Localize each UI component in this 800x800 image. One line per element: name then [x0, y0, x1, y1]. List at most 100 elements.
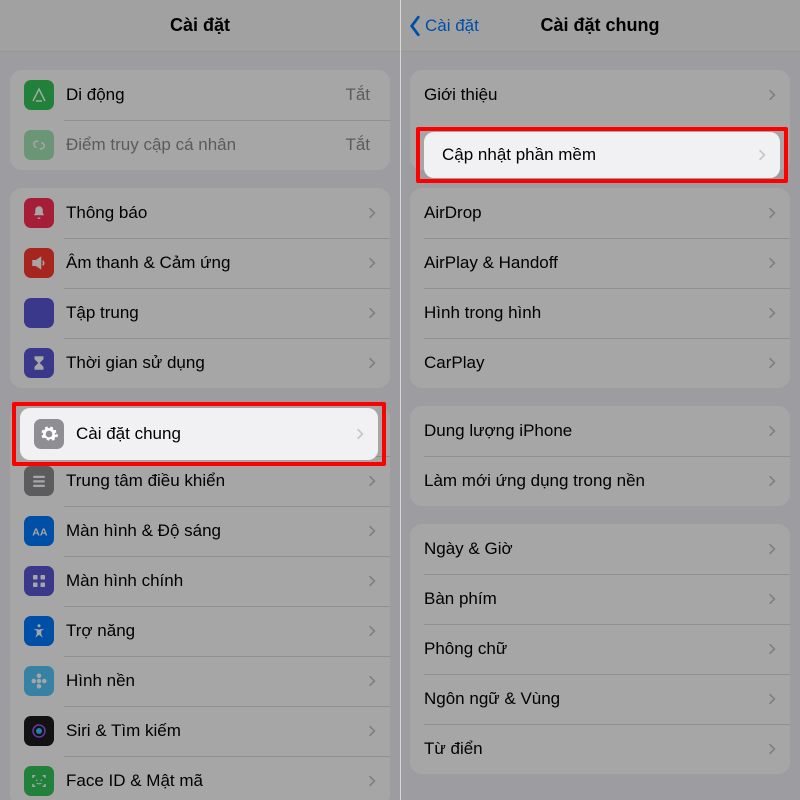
chevron-right-icon	[768, 474, 776, 488]
header-right: Cài đặt Cài đặt chung	[400, 0, 800, 52]
chevron-right-icon	[368, 674, 376, 688]
row-background-refresh[interactable]: Làm mới ứng dụng trong nền	[410, 456, 790, 506]
row-hotspot[interactable]: Điểm truy cập cá nhân Tắt	[10, 120, 390, 170]
accessibility-icon	[24, 616, 54, 646]
chevron-right-icon	[368, 474, 376, 488]
row-about[interactable]: Giới thiệu	[410, 70, 790, 120]
row-label: Di động	[66, 85, 345, 105]
chevron-right-icon	[368, 724, 376, 738]
row-label: Âm thanh & Cảm ứng	[66, 253, 368, 273]
row-label: Thông báo	[66, 203, 368, 223]
settings-pane-left: Cài đặt Di động Tắt Điểm truy cập cá nhâ…	[0, 0, 400, 800]
row-label: Hình trong hình	[424, 303, 768, 323]
row-home-screen[interactable]: Màn hình chính	[10, 556, 390, 606]
row-focus[interactable]: Tập trung	[10, 288, 390, 338]
row-label: Bàn phím	[424, 589, 768, 609]
row-label: Điểm truy cập cá nhân	[66, 135, 345, 155]
row-control-center[interactable]: Trung tâm điều khiển	[10, 456, 390, 506]
group-airplay: AirDrop AirPlay & Handoff Hình trong hìn…	[410, 188, 790, 388]
row-label: Siri & Tìm kiếm	[66, 721, 368, 741]
row-storage[interactable]: Dung lượng iPhone	[410, 406, 790, 456]
antenna-icon	[24, 80, 54, 110]
group-notifications: Thông báo Âm thanh & Cảm ứng Tập trung T…	[10, 188, 390, 388]
row-airplay[interactable]: AirPlay & Handoff	[410, 238, 790, 288]
row-datetime[interactable]: Ngày & Giờ	[410, 524, 790, 574]
row-notifications[interactable]: Thông báo	[10, 188, 390, 238]
row-value: Tắt	[345, 85, 370, 105]
row-label: Màn hình chính	[66, 571, 368, 591]
row-label: Tập trung	[66, 303, 368, 323]
chevron-right-icon	[768, 424, 776, 438]
grid-icon	[24, 566, 54, 596]
row-wallpaper[interactable]: Hình nền	[10, 656, 390, 706]
faceid-icon	[24, 766, 54, 796]
row-label: Ngày & Giờ	[424, 539, 768, 559]
back-label: Cài đặt	[425, 16, 479, 36]
flower-icon	[24, 666, 54, 696]
row-language[interactable]: Ngôn ngữ & Vùng	[410, 674, 790, 724]
row-label: Màn hình & Độ sáng	[66, 521, 368, 541]
siri-icon	[24, 716, 54, 746]
row-label: Dung lượng iPhone	[424, 421, 768, 441]
row-label: Ngôn ngữ & Vùng	[424, 689, 768, 709]
hourglass-icon	[24, 348, 54, 378]
row-label: Hình nền	[66, 671, 368, 691]
chevron-right-icon	[368, 624, 376, 638]
row-pip[interactable]: Hình trong hình	[410, 288, 790, 338]
chevron-right-icon	[768, 256, 776, 270]
bell-icon	[24, 198, 54, 228]
chevron-left-icon	[408, 15, 422, 37]
row-airdrop[interactable]: AirDrop	[410, 188, 790, 238]
chevron-right-icon	[768, 642, 776, 656]
row-label: Face ID & Mật mã	[66, 771, 368, 791]
row-label: Thời gian sử dụng	[66, 353, 368, 373]
chevron-right-icon	[368, 256, 376, 270]
row-label: Giới thiệu	[424, 85, 768, 105]
svg-text:AA: AA	[32, 527, 48, 539]
row-keyboard[interactable]: Bàn phím	[410, 574, 790, 624]
moon-icon	[24, 298, 54, 328]
chevron-right-icon	[368, 356, 376, 370]
link-icon	[24, 130, 54, 160]
chevron-right-icon	[768, 88, 776, 102]
row-dictionary[interactable]: Từ điển	[410, 724, 790, 774]
speaker-icon	[24, 248, 54, 278]
row-value: Tắt	[345, 135, 370, 155]
group-locale: Ngày & Giờ Bàn phím Phông chữ Ngôn ngữ &…	[410, 524, 790, 774]
pane-divider	[400, 0, 401, 800]
header-left: Cài đặt	[0, 0, 400, 52]
row-sounds[interactable]: Âm thanh & Cảm ứng	[10, 238, 390, 288]
chevron-right-icon	[368, 306, 376, 320]
chevron-right-icon	[768, 206, 776, 220]
settings-pane-right: Cài đặt Cài đặt chung Giới thiệu Cập nhậ…	[400, 0, 800, 800]
group-connectivity: Di động Tắt Điểm truy cập cá nhân Tắt	[10, 70, 390, 170]
chevron-right-icon	[768, 306, 776, 320]
chevron-right-icon	[768, 592, 776, 606]
row-label: CarPlay	[424, 353, 768, 373]
row-faceid[interactable]: Face ID & Mật mã	[10, 756, 390, 800]
group-general: Cài đặt chung Trung tâm điều khiển AA Mà…	[10, 406, 390, 800]
text-size-icon: AA	[24, 516, 54, 546]
back-button[interactable]: Cài đặt	[408, 0, 479, 51]
row-label: Làm mới ứng dụng trong nền	[424, 471, 768, 491]
row-cellular[interactable]: Di động Tắt	[10, 70, 390, 120]
group-storage: Dung lượng iPhone Làm mới ứng dụng trong…	[410, 406, 790, 506]
row-label: Trợ năng	[66, 621, 368, 641]
chevron-right-icon	[368, 574, 376, 588]
chevron-right-icon	[368, 206, 376, 220]
row-carplay[interactable]: CarPlay	[410, 338, 790, 388]
page-title-right: Cài đặt chung	[540, 15, 659, 36]
group-about: Giới thiệu Cập nhật phần mềm	[410, 70, 790, 170]
row-label: AirDrop	[424, 203, 768, 223]
chevron-right-icon	[368, 524, 376, 538]
sliders-icon	[24, 466, 54, 496]
row-label: Từ điển	[424, 739, 768, 759]
page-title-left: Cài đặt	[170, 15, 230, 36]
row-fonts[interactable]: Phông chữ	[410, 624, 790, 674]
row-accessibility[interactable]: Trợ năng	[10, 606, 390, 656]
row-label: Phông chữ	[424, 639, 768, 659]
row-siri[interactable]: Siri & Tìm kiếm	[10, 706, 390, 756]
row-screentime[interactable]: Thời gian sử dụng	[10, 338, 390, 388]
chevron-right-icon	[768, 692, 776, 706]
row-display[interactable]: AA Màn hình & Độ sáng	[10, 506, 390, 556]
